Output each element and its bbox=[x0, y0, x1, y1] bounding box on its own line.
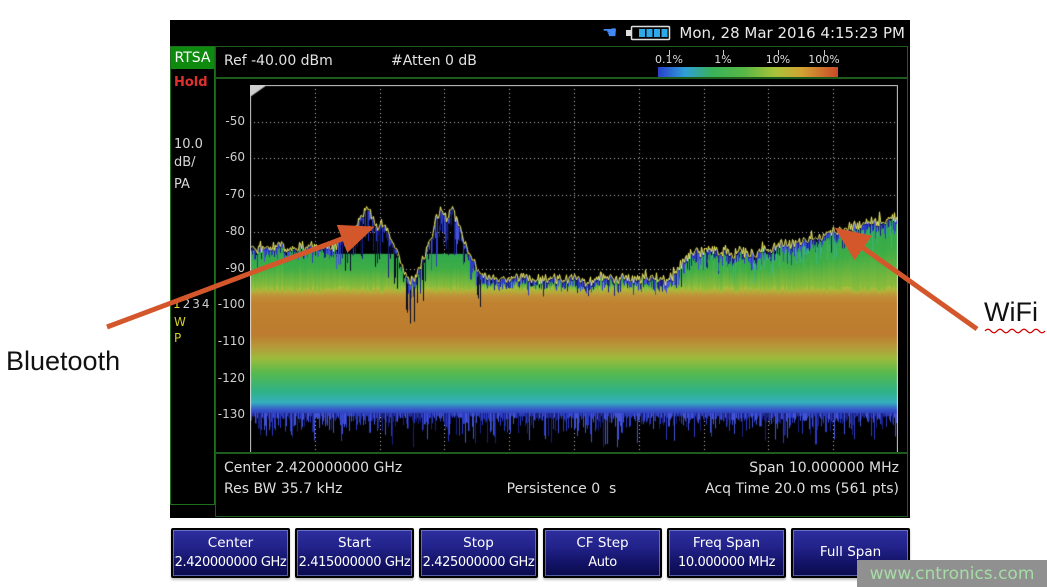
colorbar-label: 0.1% bbox=[655, 53, 683, 66]
softkey-value: 10.000000 MHz bbox=[678, 554, 775, 572]
res-bw-readout: Res BW 35.7 kHz bbox=[224, 481, 342, 497]
softkey-start[interactable]: Start2.415000000 GHz bbox=[295, 528, 414, 578]
y-axis-label: -50 bbox=[225, 114, 245, 128]
softkey-stop[interactable]: Stop2.425000000 GHz bbox=[419, 528, 538, 578]
header-row: Ref -40.00 dBm #Atten 0 dB 0.1% 1% 10% 100% bbox=[215, 46, 908, 78]
y-axis-label: -100 bbox=[218, 297, 245, 311]
y-axis-label: -60 bbox=[225, 150, 245, 164]
softkey-value: 2.420000000 GHz bbox=[175, 554, 287, 572]
scale-per-div-value: 10.0 bbox=[174, 137, 203, 152]
bluetooth-label: Bluetooth bbox=[6, 346, 120, 377]
trace-number-active: 1 bbox=[173, 297, 183, 311]
softkey-label: Start bbox=[338, 534, 371, 554]
footer-annotation: Center 2.420000000 GHz Span 10.000000 MH… bbox=[215, 453, 908, 517]
y-axis-label: -80 bbox=[225, 224, 245, 238]
datetime-text: Mon, 28 Mar 2016 4:15:23 PM bbox=[679, 24, 905, 42]
spectrum-canvas bbox=[250, 85, 898, 452]
hold-indicator: Hold bbox=[174, 75, 208, 90]
titlebar: ☚ Mon, 28 Mar 2016 4:15:23 PM bbox=[170, 20, 910, 46]
density-colorbar: 0.1% 1% 10% 100% bbox=[653, 49, 903, 77]
y-axis-label: -110 bbox=[218, 334, 245, 348]
mode-badge: RTSA bbox=[171, 47, 214, 69]
preamp-indicator: PA bbox=[174, 177, 190, 192]
persistence-readout: Persistence 0 s bbox=[507, 481, 617, 497]
colorbar-label: 1% bbox=[714, 53, 731, 66]
battery-bars bbox=[639, 29, 668, 37]
attenuation-readout: #Atten 0 dB bbox=[391, 53, 477, 69]
y-axis-labels: -50 -60 -70 -80 -90 -100 -110 -120 -130 bbox=[215, 85, 248, 452]
softkey-label: CF Step bbox=[576, 534, 628, 554]
softkey-value: Auto bbox=[588, 554, 617, 572]
y-axis-label: -70 bbox=[225, 187, 245, 201]
center-freq-readout: Center 2.420000000 GHz bbox=[224, 460, 402, 476]
softkey-label: Stop bbox=[463, 534, 494, 554]
trace-state-indicator: P bbox=[174, 331, 181, 345]
page: ☚ Mon, 28 Mar 2016 4:15:23 PM Ref -40.00… bbox=[0, 0, 1047, 587]
softkey-freq-span[interactable]: Freq Span10.000000 MHz bbox=[667, 528, 786, 578]
battery-icon bbox=[625, 25, 671, 41]
softkey-label: Freq Span bbox=[693, 534, 760, 554]
y-axis-label: -120 bbox=[218, 371, 245, 385]
ref-level-readout: Ref -40.00 dBm bbox=[224, 53, 333, 69]
wifi-squiggle-underline bbox=[984, 328, 1046, 334]
watermark: www.cntronics.com bbox=[857, 560, 1047, 587]
acq-time-readout: Acq Time 20.0 ms (561 pts) bbox=[705, 481, 899, 497]
y-axis-label: -130 bbox=[218, 407, 245, 421]
wifi-label-text: WiFi bbox=[984, 297, 1038, 327]
span-readout: Span 10.000000 MHz bbox=[749, 460, 899, 476]
softkey-center[interactable]: Center2.420000000 GHz bbox=[171, 528, 290, 578]
colorbar-label: 10% bbox=[766, 53, 790, 66]
wifi-label: WiFi bbox=[984, 297, 1046, 334]
softkey-cf-step[interactable]: CF StepAuto bbox=[543, 528, 662, 578]
sidebar: RTSA Hold 10.0 dB/ PA 1234 W P bbox=[170, 46, 215, 505]
y-axis-label: -90 bbox=[225, 261, 245, 275]
colorbar-gradient bbox=[658, 67, 838, 77]
softkey-row: Center2.420000000 GHzStart2.415000000 GH… bbox=[171, 528, 910, 578]
touch-pointer-icon: ☚ bbox=[602, 25, 617, 42]
softkey-value: 2.415000000 GHz bbox=[299, 554, 411, 572]
trace-detector-indicator: W bbox=[174, 315, 186, 329]
softkey-label: Center bbox=[208, 534, 253, 554]
scale-per-div-unit: dB/ bbox=[174, 155, 196, 170]
trace-numbers: 1234 bbox=[173, 297, 212, 311]
colorbar-label: 100% bbox=[808, 53, 839, 66]
trace-numbers-inactive: 234 bbox=[183, 297, 212, 311]
softkey-value: 2.425000000 GHz bbox=[423, 554, 535, 572]
